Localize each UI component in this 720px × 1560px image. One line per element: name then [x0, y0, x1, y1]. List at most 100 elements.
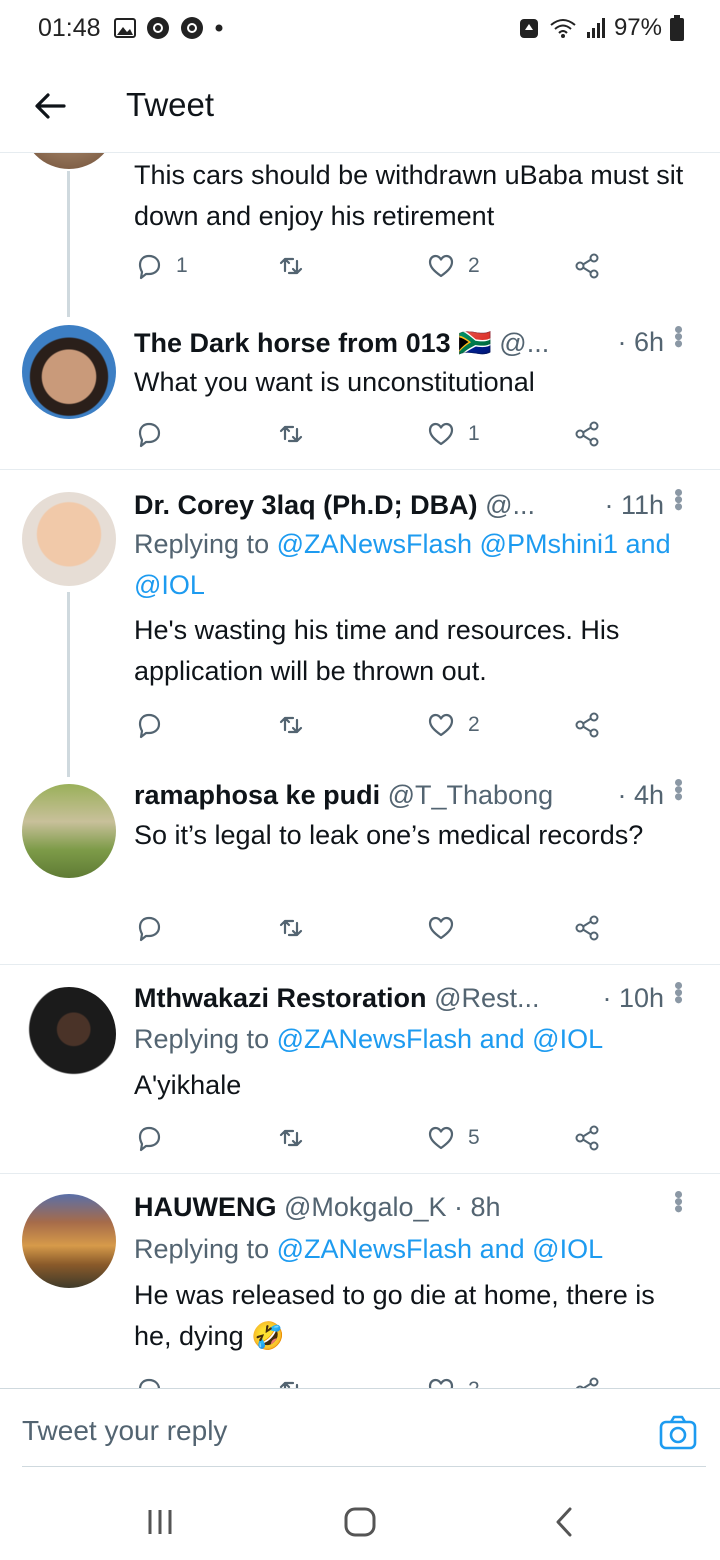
like-count: 2 [468, 254, 480, 277]
author-handle[interactable]: @Mokgalo_K [284, 1192, 447, 1222]
author-name[interactable]: The Dark horse from 013 [134, 328, 451, 358]
chrome-icon [147, 17, 169, 39]
more-options-icon[interactable]: ••• [663, 488, 694, 509]
mention-and[interactable]: and [480, 1024, 525, 1054]
reply-input[interactable]: Tweet your reply [22, 1415, 227, 1447]
mention-link[interactable]: @ZANewsFlash [277, 1024, 472, 1054]
retweet-icon [279, 716, 303, 734]
heart-icon [428, 1126, 454, 1150]
avatar[interactable] [22, 1194, 116, 1288]
share-button[interactable] [572, 913, 602, 943]
retweet-button[interactable] [276, 913, 306, 943]
avatar[interactable] [22, 153, 116, 169]
tweet-actions: 1 2 [134, 251, 614, 285]
share-button[interactable] [572, 1375, 602, 1388]
reply-button[interactable] [134, 1375, 176, 1388]
reply-icon [138, 254, 161, 280]
replies-feed[interactable]: This cars should be withdrawn uBaba must… [0, 153, 720, 1388]
like-button[interactable] [426, 913, 468, 943]
avatar[interactable] [22, 987, 116, 1081]
share-icon [575, 421, 599, 447]
like-count: 2 [468, 1378, 480, 1388]
back-arrow-icon[interactable] [30, 86, 70, 126]
tweet-time: · 6h [617, 327, 664, 357]
tweet-header: The Dark horse from 013 🇿🇦 @... [134, 327, 694, 359]
battery-percent: 97% [613, 14, 662, 41]
tweet-text: He was released to go die at home, there… [134, 1280, 655, 1351]
retweet-button[interactable] [276, 251, 306, 281]
reply-button[interactable] [134, 913, 176, 943]
mention-link[interactable]: @ZANewsFlash [277, 1234, 472, 1264]
tweet-time: · 4h [617, 780, 664, 810]
camera-icon[interactable] [658, 1413, 698, 1453]
home-icon[interactable] [340, 1502, 380, 1542]
author-handle[interactable]: @... [485, 490, 535, 520]
mention-link[interactable]: @IOL [532, 1234, 603, 1264]
mention-link[interactable]: @ZANewsFlash @PMshini1 [277, 529, 618, 559]
tweet-item[interactable]: Mthwakazi Restoration @Rest... · 10h •••… [0, 965, 720, 1173]
avatar[interactable] [22, 325, 116, 419]
like-button[interactable]: 2 [426, 710, 480, 740]
author-handle[interactable]: @Rest... [434, 983, 539, 1013]
mention-link[interactable]: @IOL [134, 570, 205, 600]
like-button[interactable]: 2 [426, 1375, 480, 1388]
author-name[interactable]: HAUWENG [134, 1192, 277, 1222]
avatar[interactable] [22, 784, 116, 878]
author-name[interactable]: Mthwakazi Restoration [134, 983, 427, 1013]
more-options-icon[interactable]: ••• [663, 778, 694, 799]
share-button[interactable] [572, 419, 602, 449]
retweet-button[interactable] [276, 710, 306, 740]
retweet-button[interactable] [276, 1123, 306, 1153]
tweet-item[interactable]: This cars should be withdrawn uBaba must… [0, 153, 720, 317]
author-handle[interactable]: @... [499, 328, 549, 358]
more-options-icon[interactable]: ••• [663, 1190, 694, 1211]
tweet-item[interactable]: HAUWENG @Mokgalo_K · 8h ••• Replying to … [0, 1174, 720, 1388]
retweet-icon [279, 1129, 303, 1147]
tweet-time: · 11h [604, 490, 664, 520]
tweet-time: · 8h [454, 1192, 501, 1222]
author-handle[interactable]: @T_Thabong [388, 780, 554, 810]
share-icon [575, 712, 599, 738]
chrome-icon [181, 17, 203, 39]
tweet-text: This cars should be withdrawn uBaba must… [134, 160, 684, 231]
more-options-icon[interactable]: ••• [663, 325, 694, 346]
alarm-icon [519, 19, 538, 38]
tweet-item[interactable]: The Dark horse from 013 🇿🇦 @... · 6h •••… [0, 313, 720, 469]
reply-button[interactable] [134, 1123, 176, 1153]
share-icon [575, 1125, 599, 1151]
share-button[interactable] [572, 710, 602, 740]
replying-to: Replying to @ZANewsFlash @PMshini1 and @… [134, 529, 671, 600]
author-name[interactable]: ramaphosa ke pudi [134, 780, 380, 810]
reply-composer[interactable]: Tweet your reply [0, 1388, 720, 1470]
retweet-icon [279, 1381, 299, 1388]
like-button[interactable]: 2 [426, 251, 480, 281]
mention-and[interactable]: and [626, 529, 671, 559]
share-button[interactable] [572, 1123, 602, 1153]
retweet-icon [279, 919, 303, 937]
mention-link[interactable]: @IOL [532, 1024, 603, 1054]
avatar[interactable] [22, 492, 116, 586]
reply-button[interactable]: 1 [134, 251, 188, 281]
like-button[interactable]: 1 [426, 419, 480, 449]
like-count: 1 [468, 422, 480, 445]
share-button[interactable] [572, 251, 602, 281]
reply-button[interactable] [134, 710, 176, 740]
reply-icon [138, 1378, 161, 1388]
battery-icon [670, 15, 684, 41]
reply-count: 1 [176, 254, 188, 277]
tweet-text: What you want is unconstitutional [134, 367, 535, 397]
retweet-button[interactable] [276, 1375, 306, 1388]
back-icon[interactable] [544, 1502, 584, 1542]
tweet-actions: 5 [134, 1123, 614, 1157]
tweet-item[interactable]: ramaphosa ke pudi @T_Thabong · 4h ••• So… [0, 778, 720, 963]
retweet-button[interactable] [276, 419, 306, 449]
like-button[interactable]: 5 [426, 1123, 480, 1153]
mention-and[interactable]: and [480, 1234, 525, 1264]
reply-button[interactable] [134, 419, 176, 449]
tweet-item[interactable]: Dr. Corey 3laq (Ph.D; DBA) @... · 11h ••… [0, 470, 720, 777]
system-nav-bar [0, 1480, 720, 1560]
author-name[interactable]: Dr. Corey 3laq (Ph.D; DBA) [134, 490, 478, 520]
more-options-icon[interactable]: ••• [663, 981, 694, 1002]
recent-apps-icon[interactable] [140, 1502, 180, 1542]
heart-icon [428, 1378, 454, 1388]
